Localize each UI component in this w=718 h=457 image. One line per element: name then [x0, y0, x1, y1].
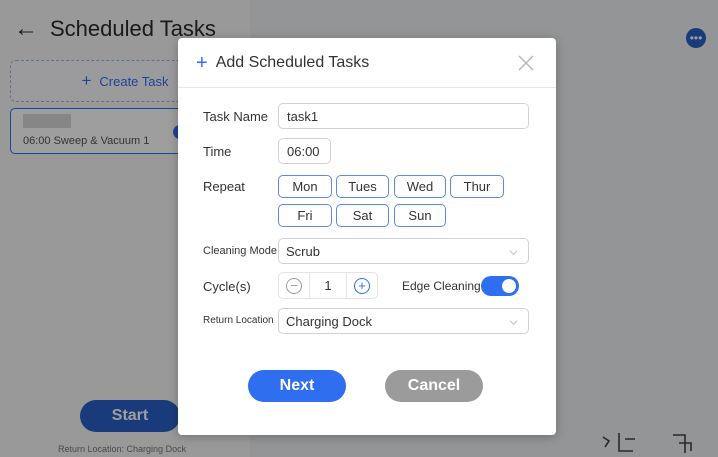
- cleaning-mode-select[interactable]: Scrub: [278, 238, 529, 264]
- cancel-button[interactable]: Cancel: [385, 370, 483, 402]
- cycles-stepper: − 1 +: [278, 272, 378, 299]
- repeat-label: Repeat: [203, 179, 245, 194]
- close-icon[interactable]: [516, 53, 536, 73]
- time-input[interactable]: 06:00: [278, 138, 331, 164]
- edge-cleaning-toggle[interactable]: [481, 276, 519, 296]
- add-scheduled-task-dialog: + Add Scheduled Tasks Task Name task1 Ti…: [178, 38, 556, 435]
- task-name-label: Task Name: [203, 109, 269, 124]
- dialog-header: + Add Scheduled Tasks: [178, 38, 556, 88]
- day-sat-button[interactable]: Sat: [336, 204, 389, 227]
- plus-icon: +: [196, 51, 208, 74]
- day-sun-button[interactable]: Sun: [394, 204, 446, 227]
- cycles-value[interactable]: 1: [309, 273, 347, 298]
- next-button[interactable]: Next: [248, 370, 346, 402]
- edge-cleaning-label: Edge Cleaning: [402, 279, 481, 293]
- cycles-label: Cycle(s): [203, 279, 251, 294]
- increment-button[interactable]: +: [347, 273, 377, 298]
- time-label: Time: [203, 144, 232, 159]
- cleaning-mode-label: Cleaning Mode: [203, 245, 277, 257]
- decrement-button[interactable]: −: [279, 273, 309, 298]
- minus-circle-icon: −: [286, 277, 302, 294]
- return-location-value: Charging Dock: [286, 313, 372, 329]
- day-tues-button[interactable]: Tues: [336, 175, 389, 198]
- day-fri-button[interactable]: Fri: [278, 204, 332, 227]
- task-name-input[interactable]: task1: [278, 103, 529, 129]
- day-thur-button[interactable]: Thur: [450, 175, 504, 198]
- chevron-down-icon: [509, 320, 518, 326]
- day-mon-button[interactable]: Mon: [278, 175, 332, 198]
- dialog-title: Add Scheduled Tasks: [215, 53, 370, 71]
- cleaning-mode-value: Scrub: [286, 243, 320, 259]
- day-wed-button[interactable]: Wed: [394, 175, 446, 198]
- chevron-down-icon: [509, 250, 518, 256]
- return-location-select[interactable]: Charging Dock: [278, 308, 529, 334]
- toggle-knob: [502, 279, 516, 293]
- plus-circle-icon: +: [354, 277, 370, 294]
- return-location-label: Return Location: [203, 315, 274, 326]
